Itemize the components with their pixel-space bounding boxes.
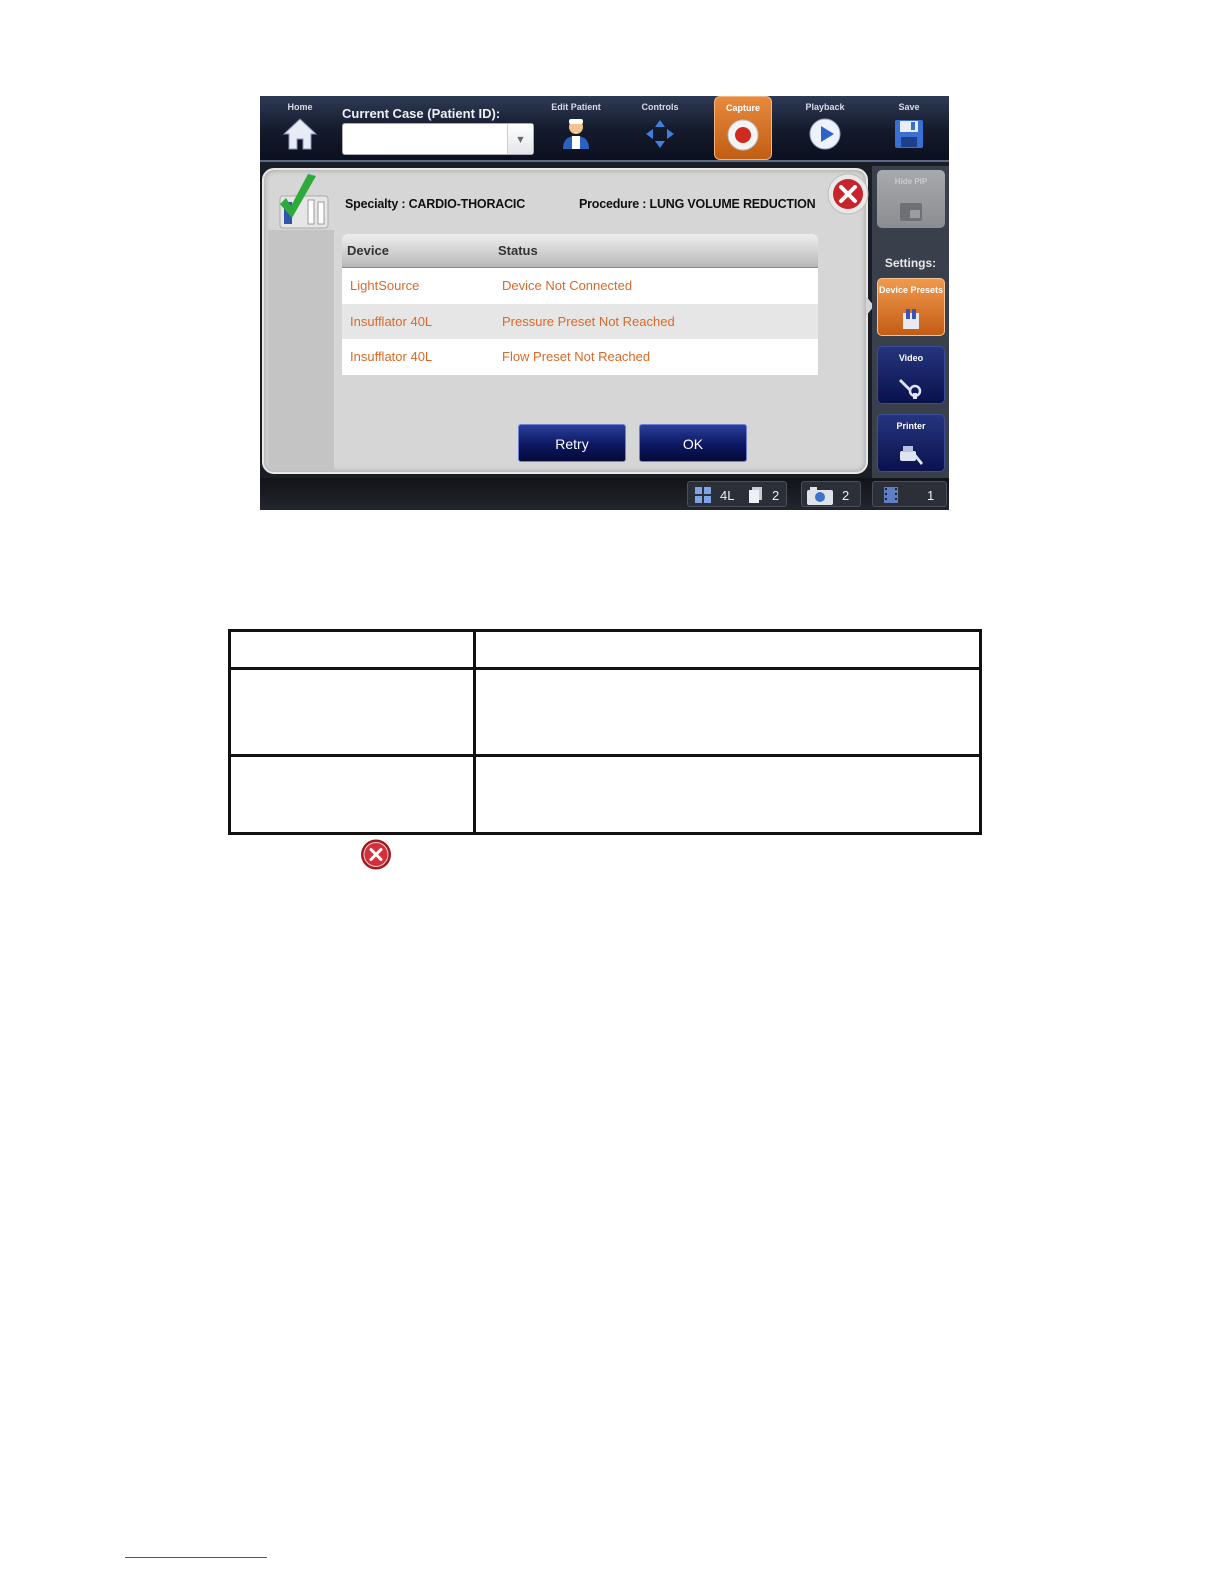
footnote-separator — [125, 1557, 267, 1558]
printer-settings-button[interactable]: Printer — [877, 414, 945, 472]
video-label: Video — [898, 353, 924, 363]
printer-label: Printer — [896, 421, 926, 431]
specialty-text: Specialty : CARDIO-THORACIC — [345, 197, 526, 211]
status-bar: 4L 2 2 1 — [260, 478, 949, 510]
device-presets-icon — [903, 309, 919, 329]
edit-patient-label: Edit Patient — [551, 102, 601, 112]
table-row[interactable]: Insufflator 40L Pressure Preset Not Reac… — [342, 303, 818, 339]
column-device: Device — [347, 243, 389, 258]
table-row-divider — [231, 754, 979, 757]
film-icon — [884, 487, 898, 503]
pip-icon — [900, 203, 922, 221]
grid-layout-icon — [695, 487, 711, 503]
retry-button[interactable]: Retry — [518, 424, 626, 462]
status-cell: Device Not Connected — [502, 278, 633, 293]
checkmark-icon — [279, 174, 329, 229]
pages-value: 2 — [772, 488, 780, 503]
save-button[interactable]: Save — [880, 96, 938, 160]
record-icon — [727, 119, 759, 151]
patient-icon — [563, 119, 589, 149]
patient-id-combobox[interactable]: ▼ — [342, 123, 534, 155]
home-button[interactable]: Home — [272, 96, 328, 160]
dialog-left-strip — [268, 230, 334, 470]
playback-button[interactable]: Playback — [796, 96, 854, 160]
floppy-disk-icon — [895, 120, 923, 148]
close-icon — [361, 839, 391, 870]
table-row-divider — [231, 667, 979, 670]
device-ui-screenshot: Home Current Case (Patient ID): ▼ Edit P… — [260, 96, 949, 510]
videos-indicator: 1 — [872, 481, 947, 507]
edit-patient-button[interactable]: Edit Patient — [544, 96, 608, 160]
top-toolbar: Home Current Case (Patient ID): ▼ Edit P… — [260, 96, 949, 162]
column-status: Status — [498, 243, 538, 258]
device-cell: LightSource — [350, 278, 420, 293]
hide-pip-label: Hide PIP — [894, 177, 928, 186]
save-label: Save — [898, 102, 920, 112]
layout-pages-indicator: 4L 2 — [687, 481, 787, 507]
captures-value: 2 — [842, 488, 850, 503]
camera-icon — [807, 487, 833, 505]
hide-pip-button[interactable]: Hide PIP — [877, 170, 945, 228]
settings-heading: Settings: — [884, 256, 937, 270]
pages-icon — [749, 487, 762, 503]
capture-label: Capture — [725, 103, 760, 113]
device-cell: Insufflator 40L — [350, 313, 433, 329]
table-body: LightSource Device Not Connected Insuffl… — [342, 268, 818, 375]
device-presets-label: Device Presets — [878, 285, 944, 295]
playback-label: Playback — [805, 102, 845, 112]
close-icon[interactable] — [826, 172, 870, 216]
layout-value: 4L — [720, 488, 735, 503]
right-sidebar: Hide PIP Settings: Device Presets Video — [872, 166, 949, 478]
play-icon — [809, 118, 841, 150]
device-check-dialog: Specialty : CARDIO-THORACIC Procedure : … — [262, 168, 870, 474]
device-cell: Insufflator 40L — [350, 349, 433, 364]
table-header: Device Status — [342, 234, 818, 268]
table-row[interactable]: Insufflator 40L Flow Preset Not Reached — [342, 339, 818, 375]
home-label: Home — [287, 102, 313, 112]
device-presets-button[interactable]: Device Presets — [877, 278, 945, 336]
document-table — [228, 629, 982, 835]
procedure-text: Procedure : LUNG VOLUME REDUCTION — [579, 197, 816, 211]
home-icon — [282, 118, 318, 150]
device-status-table: Device Status LightSource Device Not Con… — [342, 234, 818, 375]
status-cell: Pressure Preset Not Reached — [502, 313, 675, 329]
controls-label: Controls — [641, 102, 679, 112]
ok-button[interactable]: OK — [639, 424, 747, 462]
printer-wrench-icon — [900, 446, 923, 465]
current-case-label: Current Case (Patient ID): — [342, 106, 501, 121]
status-cell: Flow Preset Not Reached — [502, 349, 651, 364]
capture-button[interactable]: Capture — [714, 96, 772, 160]
table-column-divider — [473, 632, 476, 832]
video-settings-button[interactable]: Video — [877, 346, 945, 404]
wrench-icon — [899, 379, 922, 399]
chevron-down-icon[interactable]: ▼ — [507, 124, 533, 154]
arrows-icon — [646, 120, 674, 148]
table-row[interactable]: LightSource Device Not Connected — [342, 268, 818, 304]
controls-button[interactable]: Controls — [628, 96, 692, 160]
captures-indicator: 2 — [801, 481, 861, 507]
videos-value: 1 — [927, 488, 935, 503]
